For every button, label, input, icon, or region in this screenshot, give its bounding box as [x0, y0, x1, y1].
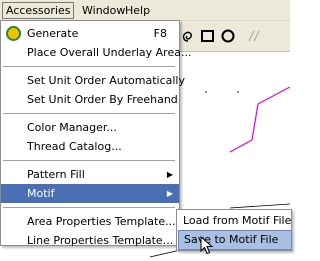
rectangle-tool-icon[interactable] — [200, 28, 216, 44]
menu-separator — [3, 207, 175, 208]
menu-item-area-properties[interactable]: Area Properties Template... — [1, 212, 179, 231]
menu-help[interactable]: Help — [122, 3, 153, 18]
menu-item-thread-catalog[interactable]: Thread Catalog... — [1, 137, 179, 156]
menu-item-color-manager[interactable]: Color Manager... — [1, 118, 179, 137]
menu-item-pattern-fill[interactable]: Pattern Fill ▶ — [1, 165, 179, 184]
generate-icon — [6, 26, 21, 41]
submenu-arrow-icon: ▶ — [166, 189, 173, 198]
menu-bar: Accessories Window Help — [0, 0, 290, 21]
line-tool-icon[interactable] — [246, 28, 262, 44]
circle-tool-icon[interactable] — [220, 28, 236, 44]
menu-item-unit-order-freehand[interactable]: Set Unit Order By Freehand — [1, 90, 179, 109]
menu-item-motif[interactable]: Motif ▶ — [1, 184, 179, 203]
pointer-cursor-icon — [200, 236, 214, 255]
menu-separator — [3, 160, 175, 161]
menu-item-unit-order-auto[interactable]: Set Unit Order Automatically — [1, 71, 185, 90]
menu-item-generate[interactable]: Generate F8 — [1, 24, 179, 43]
motif-submenu: Load from Motif File Save to Motif File — [176, 209, 292, 251]
menu-separator — [3, 66, 175, 67]
menu-item-place-underlay[interactable]: Place Overall Underlay Area... — [1, 43, 191, 62]
menu-item-line-properties[interactable]: Line Properties Template... — [1, 231, 179, 250]
spiral-tool-icon[interactable] — [180, 28, 196, 44]
submenu-item-load-motif[interactable]: Load from Motif File — [178, 212, 291, 230]
menu-window[interactable]: Window — [79, 3, 128, 18]
submenu-arrow-icon: ▶ — [166, 170, 173, 179]
accessories-menu: Generate F8 Place Overall Underlay Area.… — [0, 20, 191, 247]
submenu-item-save-motif[interactable]: Save to Motif File — [178, 230, 292, 250]
menu-accessories[interactable]: Accessories — [2, 2, 75, 19]
menu-separator — [3, 113, 175, 114]
